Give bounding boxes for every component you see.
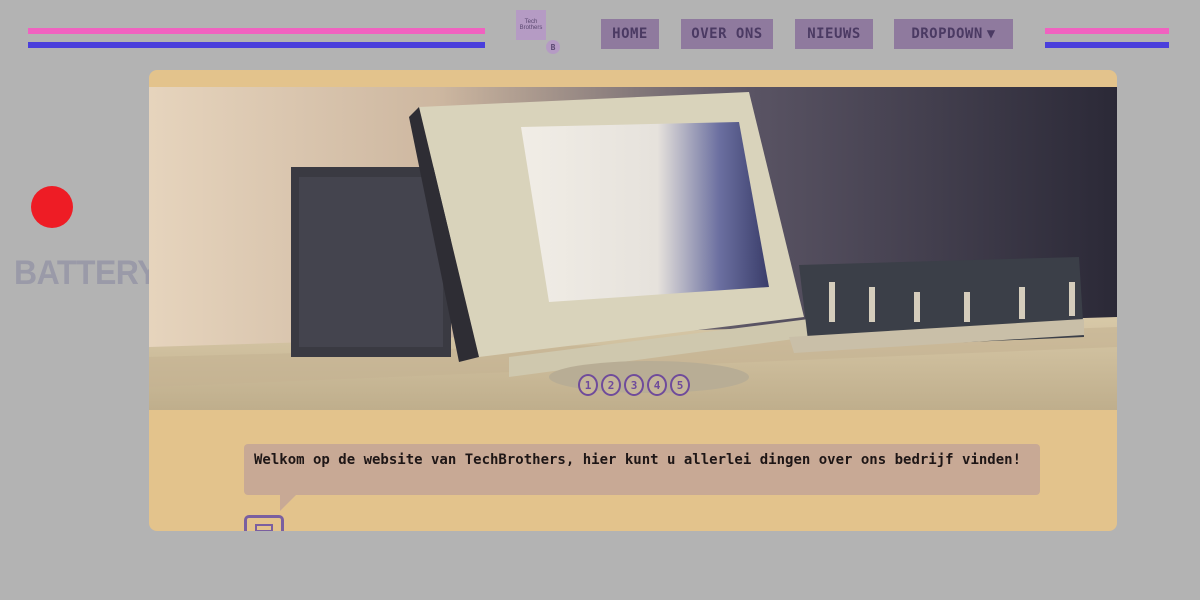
nav-home-label: HOME: [612, 26, 648, 42]
header-stripes-left: [28, 28, 485, 48]
speaker-icon-screen: [255, 524, 273, 531]
nav-over-ons-button[interactable]: OVER ONS: [681, 19, 773, 49]
carousel-dot[interactable]: 2: [601, 374, 621, 396]
carousel-dots: 1 2 3 4 5: [578, 374, 690, 396]
main-card: 1 2 3 4 5 Welkom op de website van TechB…: [149, 70, 1117, 531]
retro-computer-image: [149, 87, 1117, 410]
nav-dropdown-button[interactable]: DROPDOWN ▼: [894, 19, 1013, 49]
nav-over-ons-label: OVER ONS: [691, 26, 763, 42]
carousel-image: 1 2 3 4 5: [149, 87, 1117, 410]
speaker-icon: [244, 515, 284, 531]
stripe-blue: [1045, 42, 1169, 48]
carousel-dot[interactable]: 4: [647, 374, 667, 396]
logo-badge: B: [546, 40, 560, 54]
carousel-dot[interactable]: 1: [578, 374, 598, 396]
stripe-pink: [28, 28, 485, 34]
speech-bubble-tail: [280, 495, 296, 511]
logo-text: Tech Brothers: [519, 19, 543, 31]
nav-dropdown-label: DROPDOWN: [911, 26, 983, 42]
nav-home-button[interactable]: HOME: [601, 19, 659, 49]
carousel-dot[interactable]: 3: [624, 374, 644, 396]
logo[interactable]: Tech Brothers: [516, 10, 546, 40]
welcome-speech-bubble: Welkom op de website van TechBrothers, h…: [244, 444, 1040, 495]
caret-down-icon: ▼: [986, 26, 996, 42]
stripe-pink: [1045, 28, 1169, 34]
battery-status-icon: [31, 186, 73, 228]
header-stripes-right: [1045, 28, 1169, 48]
nav-nieuws-button[interactable]: NIEUWS: [795, 19, 873, 49]
stripe-blue: [28, 42, 485, 48]
battery-label: BATTERY: [14, 252, 159, 292]
carousel-dot[interactable]: 5: [670, 374, 690, 396]
nav-nieuws-label: NIEUWS: [807, 26, 861, 42]
